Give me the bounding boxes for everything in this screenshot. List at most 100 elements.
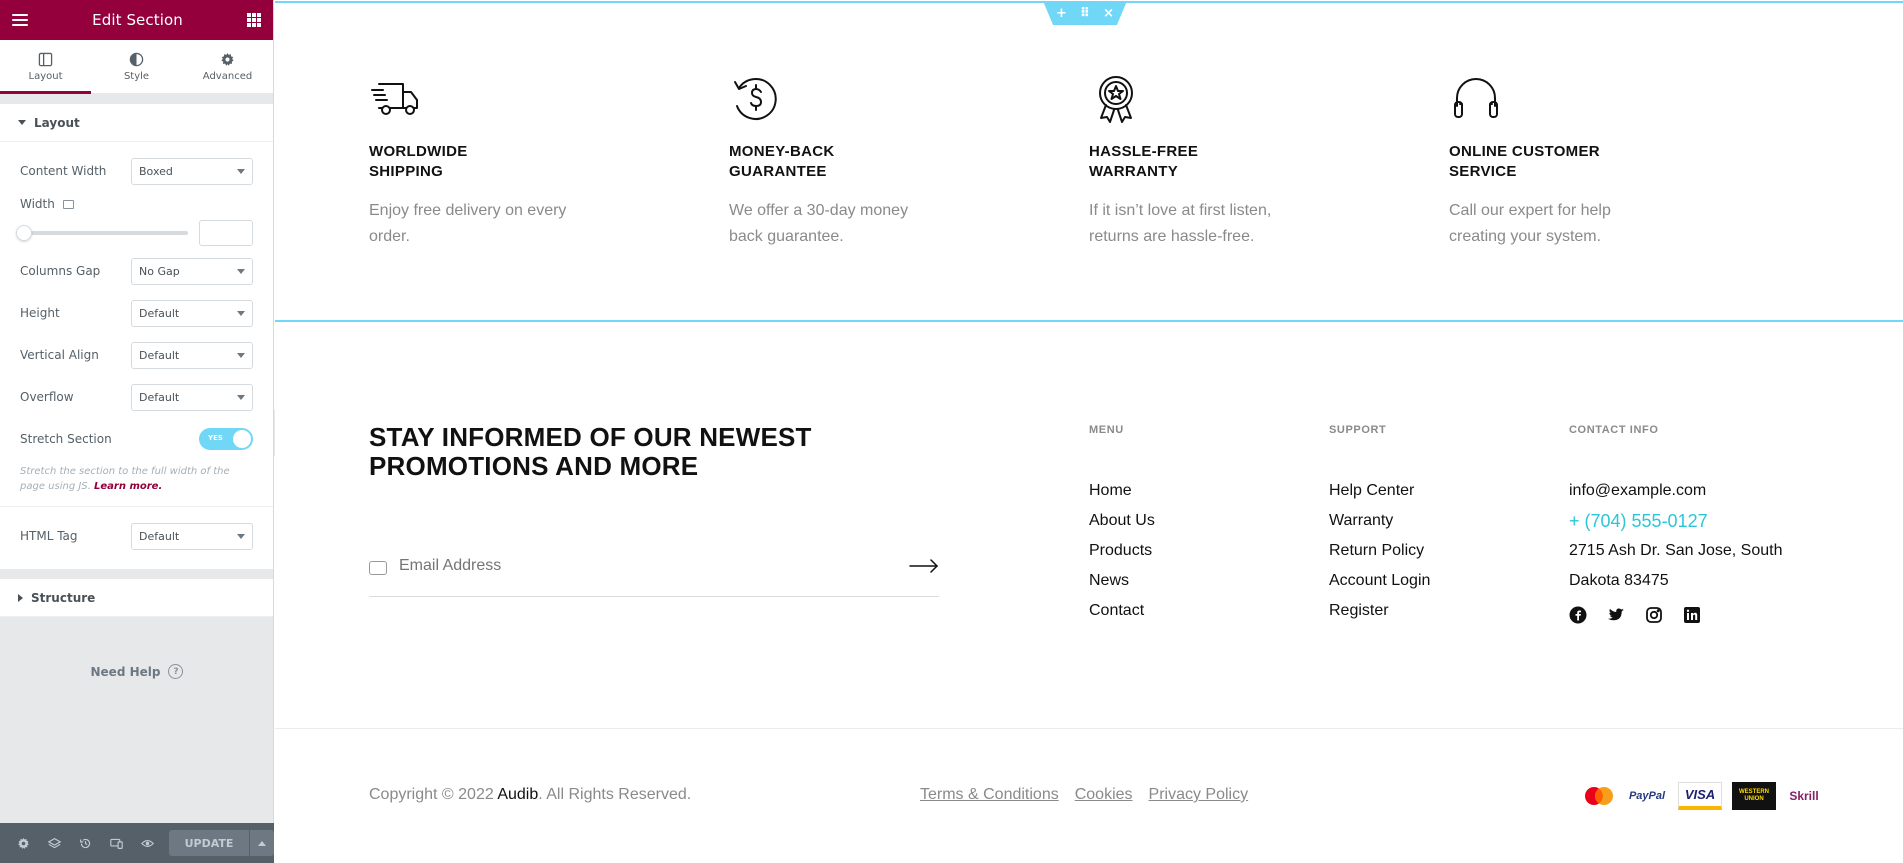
width-slider-row xyxy=(16,216,253,250)
twitter-icon[interactable] xyxy=(1607,606,1625,624)
need-help-link[interactable]: Need Help ? xyxy=(0,664,274,679)
overflow-select[interactable]: Default xyxy=(131,383,253,411)
columns-gap-control: Columns Gap No Gap xyxy=(20,250,253,292)
mastercard-icon xyxy=(1585,787,1613,805)
height-select[interactable]: Default xyxy=(131,299,253,327)
copyright-suffix: . All Rights Reserved. xyxy=(538,786,692,803)
menu-link-about[interactable]: About Us xyxy=(1089,506,1155,536)
facebook-icon[interactable] xyxy=(1569,606,1587,624)
feature-warranty: HASSLE-FREE WARRANTY If it isn’t love at … xyxy=(1089,72,1329,250)
footer-support: SUPPORT Help Center Warranty Return Poli… xyxy=(1329,424,1430,626)
menu-link-contact[interactable]: Contact xyxy=(1089,596,1155,626)
menu-link-news[interactable]: News xyxy=(1089,566,1155,596)
feature-title-line2: WARRANTY xyxy=(1089,163,1179,180)
width-number-input[interactable] xyxy=(199,220,253,246)
page-preview: + ⠿ × WORLDWIDE SHIPPING Enjoy free deliv… xyxy=(275,0,1903,863)
feature-text: We offer a 30-day money back guarantee. xyxy=(729,202,909,245)
tab-layout[interactable]: Layout xyxy=(0,40,91,94)
html-tag-select[interactable]: Default xyxy=(131,522,253,550)
caret-right-icon xyxy=(18,593,23,602)
divider xyxy=(0,506,273,507)
desktop-icon[interactable] xyxy=(62,199,74,209)
layout-section-toggle[interactable]: Layout xyxy=(0,104,273,142)
chevron-down-icon xyxy=(237,268,245,274)
gear-icon xyxy=(221,52,234,66)
contact-email[interactable]: info@example.com xyxy=(1569,476,1782,506)
skrill-badge: Skrill xyxy=(1789,789,1819,803)
support-link-warranty[interactable]: Warranty xyxy=(1329,506,1430,536)
feature-title-line1: WORLDWIDE xyxy=(369,143,468,160)
linkedin-icon[interactable] xyxy=(1683,606,1701,624)
menu-icon[interactable] xyxy=(12,14,28,26)
tab-advanced[interactable]: Advanced xyxy=(182,40,273,93)
structure-section-heading: Structure xyxy=(31,590,96,605)
contact-address-line1: 2715 Ash Dr. San Jose, South xyxy=(1569,542,1783,559)
instagram-icon[interactable] xyxy=(1645,606,1663,624)
structure-section-toggle[interactable]: Structure xyxy=(0,579,273,617)
contact-phone[interactable]: + (704) 555-0127 xyxy=(1569,506,1782,536)
toggle-knob xyxy=(233,430,251,448)
vertical-align-select[interactable]: Default xyxy=(131,341,253,369)
privacy-link[interactable]: Privacy Policy xyxy=(1149,786,1249,804)
feature-title: HASSLE-FREE WARRANTY xyxy=(1089,142,1329,182)
preview-button[interactable] xyxy=(132,823,163,863)
social-links xyxy=(1569,606,1782,624)
chevron-down-icon xyxy=(237,394,245,400)
history-icon xyxy=(80,838,91,848)
tab-style[interactable]: Style xyxy=(91,40,182,93)
columns-gap-label: Columns Gap xyxy=(20,264,101,278)
visa-badge: VISA xyxy=(1678,782,1722,810)
copyright-brand[interactable]: Audib xyxy=(497,786,538,803)
height-value: Default xyxy=(139,306,180,320)
cookies-link[interactable]: Cookies xyxy=(1075,786,1133,804)
newsletter-title-line1: STAY INFORMED OF OUR NEWEST xyxy=(369,422,812,452)
html-tag-value: Default xyxy=(139,529,180,543)
panel-gap xyxy=(0,94,273,104)
navigator-button[interactable] xyxy=(39,823,70,863)
menu-link-home[interactable]: Home xyxy=(1089,476,1155,506)
menu-link-products[interactable]: Products xyxy=(1089,536,1155,566)
feature-money-back: MONEY-BACK GUARANTEE We offer a 30-day mo… xyxy=(729,72,969,250)
menu-heading: MENU xyxy=(1089,424,1124,436)
support-link-register[interactable]: Register xyxy=(1329,596,1430,626)
support-link-return[interactable]: Return Policy xyxy=(1329,536,1430,566)
tab-style-label: Style xyxy=(123,70,150,82)
responsive-mode-button[interactable] xyxy=(101,823,132,863)
content-width-control: Content Width Boxed xyxy=(20,150,253,192)
update-options-button[interactable] xyxy=(248,830,275,856)
html-tag-label: HTML Tag xyxy=(20,529,78,543)
feature-title-line2: SHIPPING xyxy=(369,163,444,180)
arrow-right-icon[interactable] xyxy=(909,559,939,573)
gear-icon xyxy=(18,837,29,849)
support-link-login[interactable]: Account Login xyxy=(1329,566,1430,596)
contact-heading: CONTACT INFO xyxy=(1569,424,1659,436)
add-section-button[interactable]: + xyxy=(1056,6,1067,21)
drag-section-button[interactable]: ⠿ xyxy=(1080,6,1090,21)
envelope-icon xyxy=(369,561,387,575)
panel-footer: UPDATE xyxy=(0,823,275,863)
width-slider[interactable] xyxy=(16,225,188,241)
learn-more-link[interactable]: Learn more. xyxy=(94,481,162,492)
email-input[interactable] xyxy=(399,557,909,575)
settings-button[interactable] xyxy=(8,823,39,863)
width-control: Width xyxy=(20,192,253,216)
height-label: Height xyxy=(20,306,60,320)
legal-links: Terms & Conditions Cookies Privacy Polic… xyxy=(920,786,1248,804)
support-link-help[interactable]: Help Center xyxy=(1329,476,1430,506)
columns-gap-select[interactable]: No Gap xyxy=(131,257,253,285)
content-width-select[interactable]: Boxed xyxy=(131,157,253,185)
section-selection-bottom xyxy=(275,320,1903,322)
section-handle: + ⠿ × xyxy=(1043,1,1127,25)
chevron-down-icon xyxy=(237,352,245,358)
vertical-align-value: Default xyxy=(139,348,180,362)
delete-section-button[interactable]: × xyxy=(1103,6,1114,21)
stretch-section-toggle[interactable]: YES xyxy=(199,428,253,450)
copyright-prefix: Copyright © 2022 xyxy=(369,786,498,803)
html-tag-control: HTML Tag Default xyxy=(20,515,253,557)
award-icon xyxy=(1099,76,1133,123)
width-slider-handle[interactable] xyxy=(16,225,32,241)
history-button[interactable] xyxy=(70,823,101,863)
terms-link[interactable]: Terms & Conditions xyxy=(920,786,1059,804)
widgets-grid-icon[interactable] xyxy=(247,13,261,27)
update-button[interactable]: UPDATE xyxy=(169,830,249,856)
